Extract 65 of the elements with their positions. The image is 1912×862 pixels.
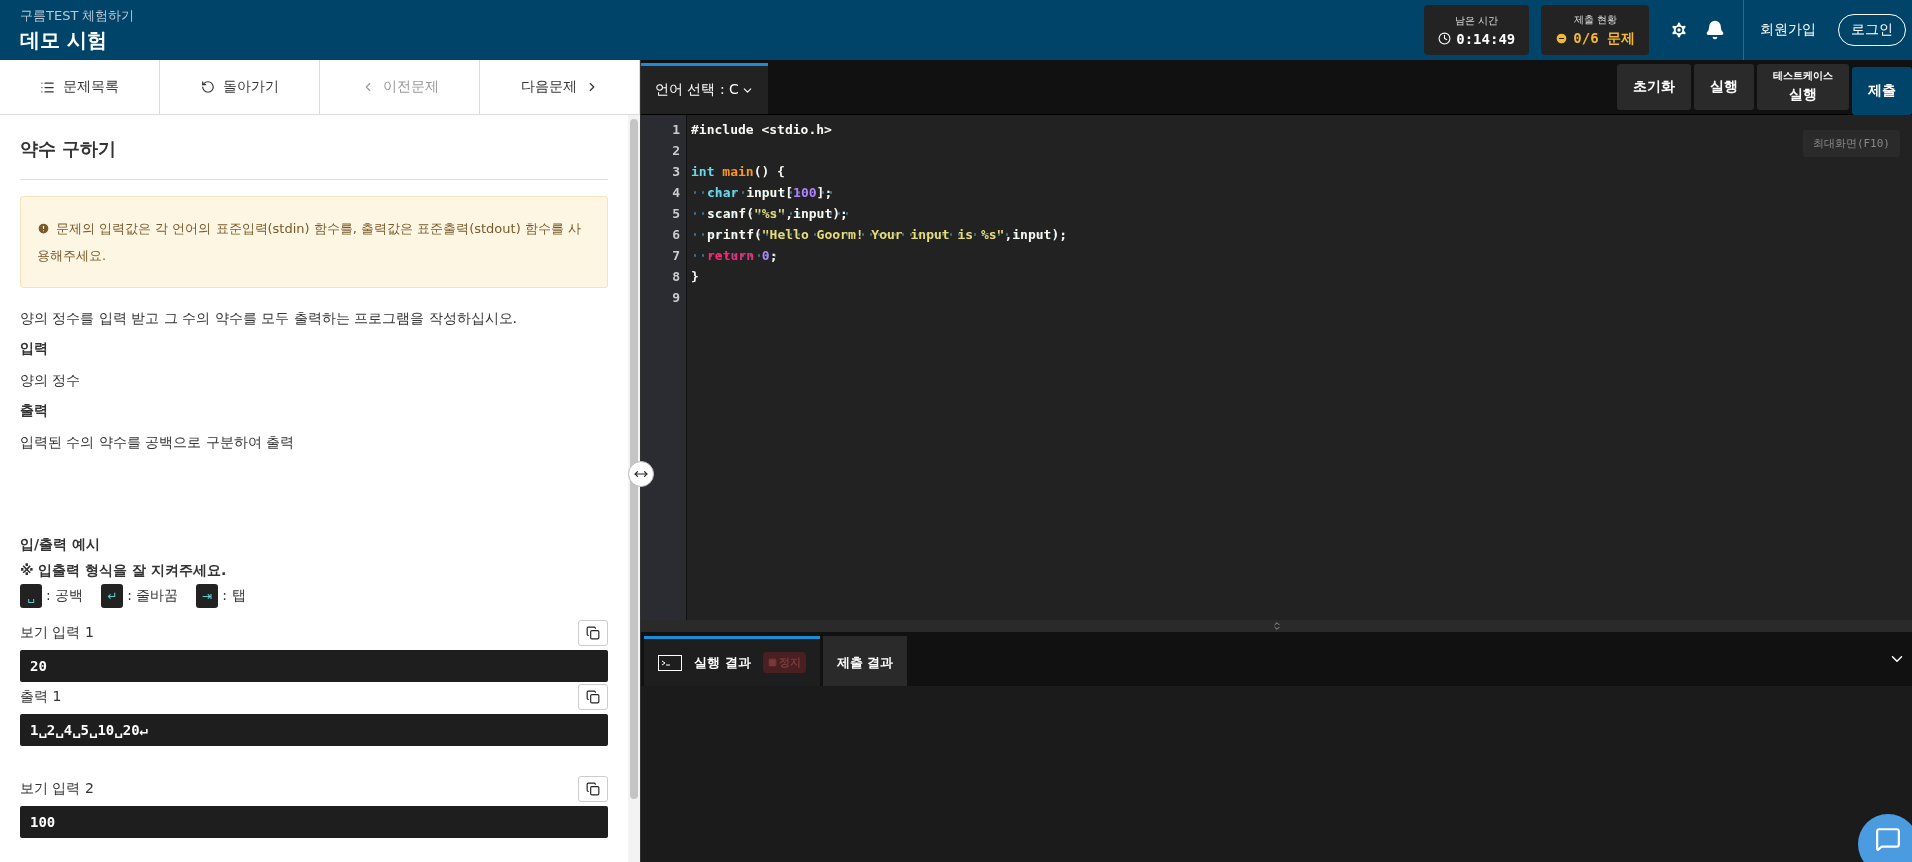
copy-button[interactable] — [578, 684, 608, 710]
chat-icon — [1875, 826, 1901, 852]
legend-label: : 줄바꿈 — [127, 587, 179, 605]
line-number: 6 — [671, 226, 681, 244]
line-number: 7 — [671, 247, 681, 265]
line-number: 9 — [671, 289, 681, 307]
submission-value: 0/6 문제 — [1555, 29, 1635, 48]
testcase-run-button[interactable]: 테스트케이스 실행 — [1757, 63, 1849, 110]
line-number: 4 — [671, 184, 681, 202]
example-label: 출력 1 — [20, 688, 62, 706]
bell-icon[interactable] — [1705, 20, 1725, 40]
section-heading: 입력 — [20, 339, 49, 358]
result-tab[interactable]: 제출 결과 — [822, 636, 908, 686]
signup-link[interactable]: 회원가입 — [1760, 21, 1816, 39]
problem-description: 양의 정수를 입력 받고 그 수의 약수를 모두 출력하는 프로그램을 작성하십시오. — [20, 309, 518, 328]
whitespace-key: ⇥ — [196, 584, 219, 608]
resize-handle-icon[interactable] — [1271, 621, 1282, 631]
submit-button[interactable]: 제출 — [1852, 66, 1912, 115]
maximize-button[interactable]: 최대화면(F10) — [1802, 130, 1900, 157]
minus-circle-icon — [1555, 32, 1569, 45]
example-value: 100 — [20, 806, 608, 838]
legend-label: : 공백 — [46, 587, 84, 605]
line-number: 3 — [671, 163, 681, 181]
copy-icon — [586, 690, 600, 704]
notice-text: 문제의 입력값은 각 언어의 표준입력(stdin) 함수를, 출력값은 표준출력(stdout) 함수를 사용해주세요. — [20, 196, 608, 288]
legend-label: : 탭 — [222, 587, 246, 605]
whitespace-key: ↵ — [101, 584, 124, 608]
example-label: 보기 입력 2 — [20, 780, 94, 798]
copy-button[interactable] — [578, 776, 608, 802]
timer-value: 0:14:49 — [1438, 30, 1516, 47]
code-line: } — [691, 268, 699, 286]
code-line: #include <stdio.h> — [691, 121, 832, 139]
copy-button[interactable] — [578, 620, 608, 646]
scrollbar-thumb[interactable] — [630, 119, 638, 799]
submission-label: 제출 현황 — [1573, 12, 1617, 27]
list-icon — [40, 79, 55, 95]
section-heading: 출력 — [20, 401, 49, 420]
editor-button[interactable]: 실행 — [1694, 63, 1754, 110]
copy-icon — [586, 782, 600, 796]
timer-label: 남은 시간 — [1455, 13, 1499, 28]
exam-subtitle: 구름TEST 체험하기 — [20, 6, 136, 25]
example-value: 1␣2␣4␣5␣10␣20↵ — [20, 714, 608, 746]
example-value: 20 — [20, 650, 608, 682]
stop-icon — [767, 658, 777, 667]
language-select[interactable]: 언어 선택 : C — [641, 63, 768, 114]
exam-title: 데모 시험 — [20, 26, 108, 54]
line-number: 2 — [671, 142, 681, 160]
format-note: ※ 입출력 형식을 잘 지켜주세요. — [20, 561, 228, 580]
clock-icon — [1438, 32, 1452, 45]
code-line: int main() { — [691, 163, 785, 181]
section-body: 입력된 수의 약수를 공백으로 구분하여 출력 — [20, 433, 296, 452]
section-heading: 입/출력 예시 — [20, 535, 101, 554]
problem-title: 약수 구하기 — [20, 137, 608, 180]
alert-icon — [37, 222, 50, 235]
whitespace-key: ␣ — [20, 584, 42, 608]
editor-button[interactable]: 초기화 — [1617, 63, 1691, 110]
rotate-icon — [200, 80, 215, 94]
settings-icon[interactable] — [1669, 20, 1689, 40]
line-number: 8 — [671, 268, 681, 286]
copy-icon — [586, 626, 600, 640]
line-number: 1 — [671, 121, 681, 139]
example-label: 보기 입력 1 — [20, 624, 94, 642]
section-body: 양의 정수 — [20, 371, 82, 390]
terminal-icon — [658, 654, 682, 671]
line-number: 5 — [671, 205, 681, 223]
